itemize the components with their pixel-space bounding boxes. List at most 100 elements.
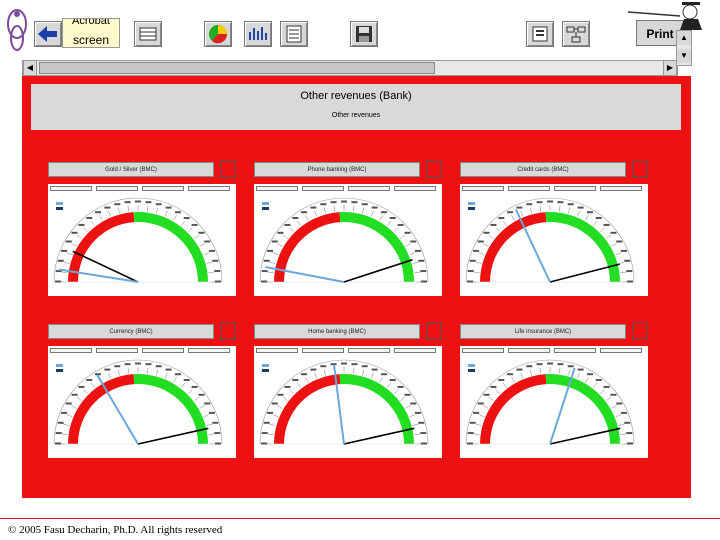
copyright-text: © 2005 Fasu Decharin, Ph.D. All rights r…	[8, 524, 223, 536]
bar-chart-button[interactable]	[244, 21, 272, 47]
gauge-tick-label	[145, 363, 152, 366]
gauge-tick	[606, 234, 612, 239]
gauge-tick-label	[124, 201, 131, 204]
gauge-tick	[267, 433, 274, 435]
gauge-tick	[353, 205, 355, 212]
save-button[interactable]	[350, 21, 378, 47]
gauge-tick-label	[410, 402, 417, 405]
dashboard-title: Other revenues (Bank)	[300, 90, 412, 102]
gauge-tick-label	[284, 223, 291, 226]
report-icon	[532, 26, 548, 42]
gauge-tick-label	[610, 231, 617, 234]
gauge-tick	[370, 210, 374, 217]
document-button[interactable]	[280, 21, 308, 47]
gauge-tick-label	[473, 249, 480, 252]
gauge-tick-label	[498, 379, 505, 382]
screen-button[interactable]: Acrobat screen	[62, 18, 120, 48]
gauge-tick-label	[397, 223, 404, 226]
gauge-tick	[296, 382, 301, 388]
speedometer-gauge	[53, 197, 223, 283]
pie-chart-button[interactable]	[204, 21, 232, 47]
gauge-tick	[277, 405, 283, 409]
gauge-tick-label	[214, 432, 221, 435]
horizontal-scroll-thumb[interactable]	[39, 62, 435, 74]
gauge-tick-label	[421, 442, 427, 445]
gauge-tick	[66, 414, 73, 418]
gauge-tick-label	[397, 385, 404, 388]
gauge-tick-label	[536, 363, 543, 366]
gauge-tick	[156, 207, 159, 214]
scroll-left-arrow-icon[interactable]: ◀	[23, 61, 37, 75]
gauge-green-zone	[339, 374, 414, 444]
gauge-tick	[353, 367, 355, 374]
gauge-tick-label	[78, 385, 85, 388]
gauge-tick-label	[95, 211, 101, 214]
gauge-tick	[559, 367, 561, 374]
gauge-tick	[83, 227, 88, 232]
gauge-tick	[405, 243, 411, 247]
gauge-tick-label	[414, 249, 421, 252]
gauge-tick-label	[467, 270, 474, 273]
gauge-tick-label	[175, 211, 181, 214]
gauge-tick	[576, 210, 580, 217]
gauge-alert-button[interactable]	[632, 161, 648, 178]
gauge-red-zone	[68, 374, 135, 444]
gauge-tick-label	[477, 402, 484, 405]
gauge-tick	[495, 389, 500, 394]
gauge-tick	[206, 423, 213, 426]
gauge-tick-label	[155, 365, 162, 368]
scroll-down-arrow-icon[interactable]: ▼	[677, 49, 691, 63]
scroll-up-arrow-icon[interactable]: ▲	[677, 31, 691, 45]
gauge-alert-button[interactable]	[632, 323, 648, 340]
gauge-green-zone	[133, 374, 208, 444]
gauge-tick-label	[557, 201, 564, 204]
gauge-alert-button[interactable]	[426, 323, 442, 340]
gauge-tick-label	[204, 402, 211, 405]
gauge-tick-label	[516, 206, 523, 209]
back-button[interactable]	[34, 21, 62, 47]
gauge-tick-label	[145, 201, 152, 204]
gauge-tick-label	[420, 432, 427, 435]
horizontal-scrollbar[interactable]: ◀ ▶	[22, 60, 678, 76]
gauge-tick-label	[71, 393, 78, 396]
gauge-target-needle	[549, 263, 620, 283]
org-chart-button[interactable]	[562, 21, 590, 47]
gauge-tick-label	[371, 206, 378, 209]
gauge-tick	[63, 261, 70, 264]
gauge-tick-label	[135, 200, 141, 203]
gauge-tick-label	[86, 217, 93, 220]
gauge-tick	[511, 377, 515, 383]
gauge-tick	[606, 396, 612, 401]
gauge-tick	[611, 243, 617, 247]
gauge-tick	[99, 215, 103, 221]
speedometer-gauge	[465, 197, 635, 283]
gauge-tick-label	[263, 421, 270, 424]
gauge-tick-label	[104, 368, 111, 371]
gauge-tick-label	[271, 240, 278, 243]
gauge-title: Life insurance (BMC)	[460, 324, 626, 339]
table-icon	[139, 27, 157, 41]
gauge-tick	[71, 243, 77, 247]
vertical-scrollbar[interactable]: ▲ ▼	[676, 30, 692, 66]
gauge-tick-label	[547, 200, 553, 203]
gauge-tick-label	[277, 231, 284, 234]
gauge-tick-label	[135, 362, 141, 365]
gauge-tick	[147, 367, 149, 374]
gauge-tick	[483, 405, 489, 409]
gauge-tick	[282, 234, 288, 239]
gauge-alert-button[interactable]	[426, 161, 442, 178]
gauge-tick	[394, 227, 399, 232]
gauge-tick	[362, 207, 365, 214]
report-button[interactable]	[526, 21, 554, 47]
gauge-alert-button[interactable]	[220, 161, 236, 178]
scroll-right-arrow-icon[interactable]: ▶	[663, 61, 677, 75]
gauge-alert-button[interactable]	[220, 323, 236, 340]
gauge-tick-label	[404, 231, 411, 234]
gauge-tick	[475, 423, 482, 426]
gauge-tick	[269, 261, 276, 264]
gauge-tick-label	[301, 373, 307, 376]
gauge-tick-label	[261, 270, 268, 273]
table-button[interactable]	[134, 21, 162, 47]
gauge-tick	[414, 433, 421, 435]
gauge-tick-label	[301, 211, 307, 214]
